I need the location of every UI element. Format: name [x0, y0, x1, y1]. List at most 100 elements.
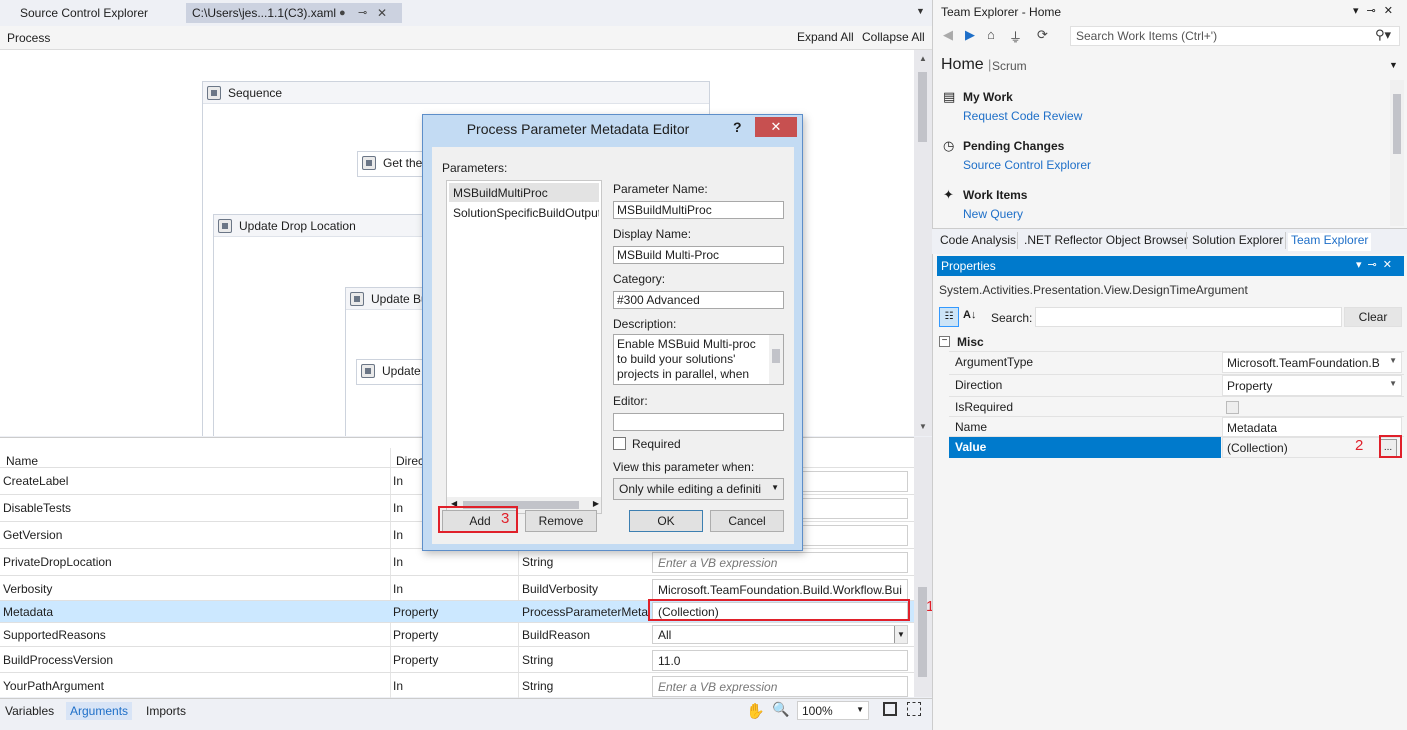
- tab-variables[interactable]: Variables: [5, 704, 54, 718]
- scrollbar-thumb[interactable]: [1393, 94, 1401, 154]
- display-name-field[interactable]: MSBuild Multi-Proc: [613, 246, 784, 264]
- back-icon[interactable]: ◀: [943, 27, 953, 43]
- property-row[interactable]: ArgumentType Microsoft.TeamFoundation.B …: [949, 351, 1404, 373]
- zoom-select[interactable]: 100% ▼: [797, 701, 869, 720]
- list-item[interactable]: SolutionSpecificBuildOutputs: [449, 203, 599, 222]
- panel-window-buttons[interactable]: ▾⊸✕: [1353, 4, 1401, 17]
- scroll-down-icon[interactable]: ▼: [919, 422, 927, 431]
- arguments-scrollbar[interactable]: [914, 437, 932, 697]
- ok-button[interactable]: OK: [629, 510, 703, 532]
- arg-name: DisableTests: [3, 501, 72, 515]
- callout-box-1: [648, 599, 910, 621]
- column-header-direction[interactable]: Direc: [396, 454, 424, 468]
- table-row[interactable]: PrivateDropLocation In String Enter a VB…: [0, 548, 914, 575]
- required-checkbox[interactable]: [613, 437, 626, 450]
- property-row[interactable]: Name Metadata: [949, 416, 1404, 438]
- alphabetical-sort-icon[interactable]: A↓: [963, 309, 976, 321]
- project-name[interactable]: Scrum: [992, 59, 1027, 73]
- link-request-code-review[interactable]: Request Code Review: [963, 109, 1082, 123]
- category-header[interactable]: − Misc: [937, 334, 1404, 352]
- description-textarea[interactable]: Enable MSBuid Multi-proc to build your s…: [613, 334, 784, 385]
- tab-reflector-object-browser[interactable]: .NET Reflector Object Browser: [1021, 233, 1191, 251]
- help-button[interactable]: ?: [733, 119, 742, 135]
- categorized-view-icon[interactable]: ☷: [939, 307, 959, 327]
- column-header-name[interactable]: Name: [6, 454, 38, 468]
- properties-search-input[interactable]: [1035, 307, 1342, 327]
- arg-default-field[interactable]: Enter a VB expression: [652, 676, 908, 697]
- cancel-button[interactable]: Cancel: [710, 510, 784, 532]
- arg-default-field[interactable]: Microsoft.TeamFoundation.Build.Workflow.…: [652, 579, 908, 600]
- my-work-icon: ▤: [943, 89, 956, 104]
- name-field[interactable]: Metadata: [1222, 417, 1402, 438]
- reason-combo[interactable]: All ▼: [652, 625, 908, 644]
- chevron-down-icon[interactable]: ▼: [1389, 379, 1397, 388]
- is-required-checkbox[interactable]: [1226, 401, 1239, 414]
- category-field[interactable]: #300 Advanced: [613, 291, 784, 309]
- chevron-down-icon[interactable]: ▼: [916, 6, 925, 16]
- list-item[interactable]: MSBuildMultiProc: [449, 183, 599, 202]
- tab-solution-explorer[interactable]: Solution Explorer: [1189, 233, 1286, 251]
- scroll-up-icon[interactable]: ▲: [919, 54, 927, 63]
- search-input[interactable]: Search Work Items (Ctrl+') ⚲▾: [1070, 26, 1400, 46]
- tab-imports[interactable]: Imports: [146, 704, 186, 718]
- expand-all-link[interactable]: Expand All: [797, 30, 854, 44]
- refresh-icon[interactable]: ⟳: [1037, 27, 1048, 43]
- tab-code-analysis[interactable]: Code Analysis: [937, 233, 1019, 251]
- team-explorer-toolbar: ◀ ▶ ⌂ ⏚ ⟳ Search Work Items (Ctrl+') ⚲▾: [933, 24, 1407, 48]
- table-row[interactable]: SupportedReasons Property BuildReason Al…: [0, 622, 914, 649]
- pan-hand-icon[interactable]: ✋: [746, 702, 765, 720]
- scrollbar-thumb[interactable]: [918, 72, 927, 142]
- clear-button[interactable]: Clear: [1344, 307, 1402, 327]
- table-row[interactable]: Verbosity In BuildVerbosity Microsoft.Te…: [0, 575, 914, 602]
- chevron-down-icon[interactable]: ▼: [1389, 356, 1397, 365]
- team-explorer-scrollbar[interactable]: [1390, 80, 1404, 226]
- arg-default-field[interactable]: Enter a VB expression: [652, 552, 908, 573]
- property-row[interactable]: IsRequired: [949, 396, 1404, 418]
- chevron-down-icon[interactable]: ▼: [894, 626, 907, 643]
- activity-label: Update Drop Location: [239, 219, 356, 233]
- scroll-right-icon[interactable]: ▶: [593, 499, 599, 508]
- value-field[interactable]: (Collection) ...: [1222, 437, 1402, 458]
- section-work-items[interactable]: Work Items: [963, 188, 1027, 202]
- chevron-down-icon[interactable]: ▼: [1389, 60, 1398, 70]
- pin-icon[interactable]: ⊸: [358, 3, 367, 23]
- table-row[interactable]: BuildProcessVersion Property String 11.0: [0, 646, 914, 673]
- overview-map-icon[interactable]: [907, 702, 921, 716]
- home-icon[interactable]: ⌂: [987, 27, 995, 42]
- editor-field[interactable]: [613, 413, 784, 431]
- zoom-magnifier-icon[interactable]: 🔍: [772, 701, 789, 718]
- link-new-query[interactable]: New Query: [963, 207, 1023, 221]
- search-icon[interactable]: ⚲▾: [1375, 27, 1391, 43]
- arg-default-field[interactable]: 11.0: [652, 650, 908, 671]
- tab-xaml-file[interactable]: C:\Users\jes...1.1(C3).xaml ● ⊸ ✕: [186, 3, 402, 23]
- collapse-all-link[interactable]: Collapse All: [862, 30, 925, 44]
- direction-select[interactable]: Property ▼: [1222, 375, 1402, 396]
- remove-button[interactable]: Remove: [525, 510, 597, 532]
- view-when-select[interactable]: Only while editing a definiti ▼: [613, 478, 784, 500]
- tab-team-explorer[interactable]: Team Explorer: [1288, 233, 1372, 251]
- breadcrumb[interactable]: Process: [7, 31, 50, 45]
- description-scrollbar[interactable]: [769, 335, 783, 384]
- tab-arguments[interactable]: Arguments: [66, 702, 133, 720]
- close-icon[interactable]: ✕: [377, 3, 387, 23]
- tab-source-control-explorer[interactable]: Source Control Explorer: [14, 3, 182, 23]
- table-row[interactable]: YourPathArgument In String Enter a VB ex…: [0, 672, 914, 699]
- scrollbar-thumb[interactable]: [772, 349, 780, 363]
- parameters-list[interactable]: MSBuildMultiProc SolutionSpecificBuildOu…: [446, 180, 602, 514]
- link-source-control-explorer[interactable]: Source Control Explorer: [963, 158, 1091, 172]
- property-row[interactable]: Direction Property ▼: [949, 374, 1404, 396]
- connect-plug-icon[interactable]: ⏚: [1009, 27, 1022, 46]
- close-icon[interactable]: ✕: [755, 117, 797, 137]
- arg-name: CreateLabel: [3, 474, 69, 488]
- designer-scrollbar[interactable]: ▲ ▼: [914, 50, 932, 436]
- forward-icon[interactable]: ▶: [965, 27, 975, 43]
- section-pending-changes[interactable]: Pending Changes: [963, 139, 1064, 153]
- section-my-work[interactable]: My Work: [963, 90, 1013, 104]
- panel-window-buttons[interactable]: ▾⊸✕: [1356, 258, 1398, 271]
- fit-to-screen-icon[interactable]: [883, 702, 897, 716]
- collapse-minus-icon[interactable]: −: [939, 336, 950, 347]
- parameter-name-field[interactable]: MSBuildMultiProc: [613, 201, 784, 219]
- column-divider: [518, 549, 519, 575]
- argument-type-select[interactable]: Microsoft.TeamFoundation.B ▼: [1222, 352, 1402, 373]
- property-row-selected[interactable]: Value (Collection) ...: [949, 436, 1404, 458]
